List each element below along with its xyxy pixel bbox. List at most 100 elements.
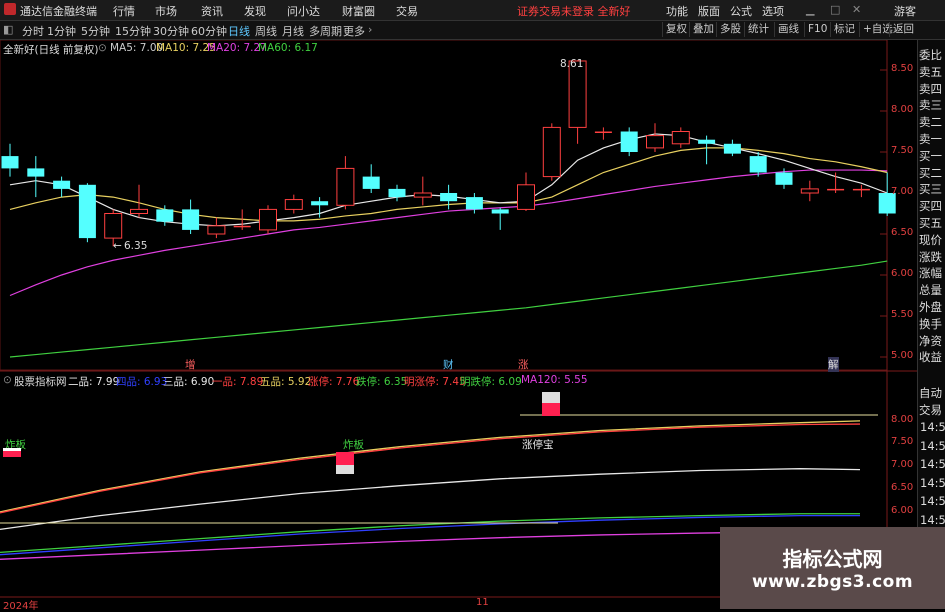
- overlay-button[interactable]: 叠加: [689, 22, 717, 37]
- tick-time: 14:55: [920, 420, 945, 434]
- login-warning[interactable]: 证券交易未登录 全新好: [517, 3, 631, 19]
- quote-field-label: 总量: [919, 283, 942, 298]
- minimize-icon[interactable]: ▁: [806, 3, 814, 16]
- candle-body: [827, 188, 845, 191]
- chevron-right-icon[interactable]: ›: [368, 23, 372, 36]
- quote-field-label: 净资: [919, 333, 942, 348]
- panel-tab[interactable]: 自动: [919, 385, 942, 401]
- annotation-zhaban: 炸板: [343, 439, 364, 451]
- menu-wealth[interactable]: 财富圈: [342, 3, 375, 19]
- sub-y-tick: 8.00: [891, 414, 914, 425]
- candle-body: [491, 209, 509, 214]
- fuquan-button[interactable]: 复权: [662, 22, 690, 37]
- stats-button[interactable]: 统计: [744, 22, 772, 37]
- tab-60min[interactable]: 60分钟: [191, 23, 227, 39]
- candle-body: [104, 213, 123, 239]
- low-price-marker: ←: [113, 240, 122, 252]
- tab-30min[interactable]: 30分钟: [153, 23, 189, 39]
- menu-news[interactable]: 资讯: [201, 3, 223, 19]
- menu-ask[interactable]: 问小达: [287, 3, 320, 19]
- indicator-value: 二品: 7.99: [68, 376, 120, 388]
- menu-formula[interactable]: 公式: [730, 3, 752, 19]
- tick-time: 14:56: [920, 475, 945, 490]
- watermark-title: 指标公式网: [782, 547, 883, 571]
- tab-5min[interactable]: 5分钟: [81, 23, 110, 39]
- indicator-name[interactable]: 股票指标网: [14, 374, 67, 389]
- back-button[interactable]: 返回: [889, 22, 917, 37]
- menu-function[interactable]: 功能: [666, 3, 688, 19]
- candle-body: [671, 131, 690, 145]
- gear-icon[interactable]: ⊙: [98, 42, 107, 54]
- indicator-value: 三品: 6.90: [163, 376, 215, 388]
- title-bar: 通达信金融终端 行情 市场 资讯 发现 问小达 财富圈 交易 证券交易未登录 全…: [0, 0, 945, 21]
- sub-y-tick: 6.00: [891, 505, 914, 516]
- y-tick: 8.00: [891, 104, 914, 115]
- menu-quotes[interactable]: 行情: [113, 3, 135, 19]
- candle-body: [156, 209, 174, 222]
- indicator-value: MA120: 5.55: [521, 374, 588, 386]
- limit-up-marker: [542, 392, 560, 416]
- indicator-settings-icon[interactable]: ⊙: [3, 374, 12, 386]
- tab-1min[interactable]: 1分钟: [47, 23, 76, 39]
- event-marker[interactable]: 涨: [518, 357, 529, 372]
- tab-more[interactable]: 更多: [343, 23, 365, 39]
- candle-body: [646, 135, 664, 149]
- indicator-value: 跌停: 6.35: [356, 376, 408, 388]
- candle-body: [78, 184, 96, 239]
- candle-body: [440, 193, 458, 202]
- multi-stock-button[interactable]: 多股: [716, 22, 744, 37]
- tick-time: 14:56: [920, 457, 945, 471]
- tick-time: 14:56: [920, 494, 945, 508]
- candle-body: [336, 167, 355, 206]
- tab-15min[interactable]: 15分钟: [115, 23, 151, 39]
- menu-market[interactable]: 市场: [155, 3, 177, 19]
- high-price-label: 8.61: [560, 58, 584, 70]
- menu-discover[interactable]: 发现: [244, 3, 266, 19]
- tab-weekly[interactable]: 周线: [255, 23, 277, 39]
- time-axis-label: 2024年: [3, 601, 39, 612]
- candle-body: [1, 156, 19, 169]
- close-icon[interactable]: ✕: [852, 3, 861, 16]
- candle-body: [27, 168, 45, 177]
- y-tick: 8.50: [891, 63, 914, 74]
- candle-body: [852, 188, 870, 191]
- tab-daily[interactable]: 日线: [228, 23, 250, 39]
- period-tab-bar: ◧ 分时 1分钟 5分钟 15分钟 30分钟 60分钟 日线 周线 月线 多周期…: [0, 21, 945, 40]
- candle-body: [413, 192, 432, 198]
- menu-layout[interactable]: 版面: [698, 3, 720, 19]
- tab-monthly[interactable]: 月线: [282, 23, 304, 39]
- maximize-icon[interactable]: □: [830, 3, 840, 16]
- guest-label[interactable]: 游客: [894, 3, 916, 19]
- tab-intraday[interactable]: 分时: [22, 23, 44, 39]
- quote-field-label: 买五: [919, 216, 942, 230]
- menu-trade[interactable]: 交易: [396, 3, 418, 19]
- draw-line-button[interactable]: 画线: [774, 22, 802, 37]
- f10-button[interactable]: F10: [804, 22, 830, 37]
- candle-body: [53, 180, 71, 189]
- quote-field-label: 卖三: [919, 98, 942, 113]
- event-marker[interactable]: 财: [443, 357, 454, 372]
- y-tick: 5.50: [891, 309, 914, 320]
- mark-button[interactable]: 标记: [830, 22, 858, 37]
- line-yi: [0, 423, 861, 514]
- chart-canvas[interactable]: [0, 40, 917, 609]
- quote-field-label: 卖五: [919, 64, 942, 79]
- quote-field-label: 涨跌: [919, 249, 942, 264]
- event-marker[interactable]: 增: [185, 357, 196, 372]
- quote-field-label: 委比: [919, 48, 942, 62]
- indicator-value: 涨停: 7.76: [308, 376, 360, 388]
- tab-multi-period[interactable]: 多周期: [309, 23, 342, 39]
- line-san: [0, 468, 861, 531]
- quote-field-label: 买一: [919, 148, 942, 163]
- ma60-label: MA60: 6.17: [258, 42, 318, 54]
- candle-body: [465, 197, 483, 210]
- candle-body: [311, 201, 329, 206]
- limit-up-marker: [3, 448, 21, 457]
- y-tick: 6.50: [891, 227, 914, 238]
- event-marker[interactable]: 解: [828, 357, 839, 372]
- sidebar-toggle-icon[interactable]: ◧: [3, 23, 13, 36]
- candle-body: [362, 176, 380, 189]
- menu-options[interactable]: 选项: [762, 3, 784, 19]
- panel-tab[interactable]: 交易: [919, 402, 942, 418]
- stock-label: 全新好(日线 前复权): [3, 44, 99, 56]
